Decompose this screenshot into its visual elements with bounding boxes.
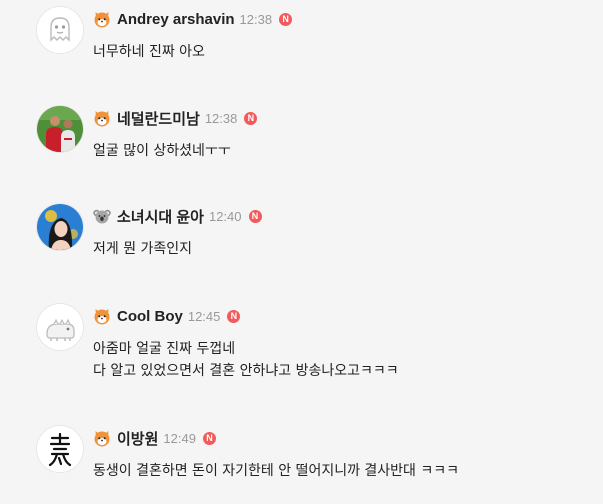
comment-header: 소녀시대 윤아 12:40 N [93,204,262,228]
comment-line: 다 알고 있었으면서 결혼 안하냐고 방송나오고ㅋㅋㅋ [93,363,399,379]
new-badge: N [227,309,241,323]
avatar[interactable] [37,426,83,472]
shiba-dog-icon [93,10,111,28]
calligraphy-character-icon [37,426,83,472]
comment-header: 이방원 12:49 N [93,426,216,450]
girl-portrait-photo [37,204,83,250]
comment-time: 12:38 [239,11,273,27]
nickname-link[interactable]: Andrey arshavin [117,11,235,28]
comment-text: 동생이 결혼하면 돈이 자기한테 안 떨어지니까 결사반대 ㅋㅋㅋ [93,460,459,482]
comment-text: 아줌마 얼굴 진짜 두껍네 다 알고 있었으면서 결혼 안하냐고 방송나오고ㅋㅋ… [93,338,399,382]
nickname-link[interactable]: 소녀시대 윤아 [117,206,204,227]
new-badge: N [248,209,262,223]
comment-line: 저게 뭔 가족인지 [93,241,193,257]
shiba-dog-icon [93,109,111,127]
shiba-dog-icon [93,429,111,447]
ghost-character-icon [37,7,83,53]
comment-text: 저게 뭔 가족인지 [93,238,192,260]
nickname-link[interactable]: 네덜란드미남 [117,108,200,129]
avatar[interactable] [37,204,83,250]
nickname-link[interactable]: 이방원 [117,428,158,449]
new-badge: N [244,111,258,125]
dinosaur-character-icon [37,304,83,350]
comment-time: 12:38 [204,110,238,126]
comment-time: 12:40 [208,208,242,224]
koala-icon [93,207,111,225]
avatar[interactable] [37,304,83,350]
new-badge: N [279,12,293,26]
soccer-players-photo [37,106,83,152]
nickname-link[interactable]: Cool Boy [117,308,183,325]
shiba-dog-icon [93,307,111,325]
comment-header: Andrey arshavin 12:38 N [93,7,293,31]
avatar[interactable] [37,106,83,152]
comment-line: 동생이 결혼하면 돈이 자기한테 안 떨어지니까 결사반대 ㅋㅋㅋ [93,463,460,479]
comment-line: 아줌마 얼굴 진짜 두껍네 [93,341,236,357]
comment-line: 얼굴 많이 상하셨네ㅜㅜ [93,143,231,159]
comment-text: 너무하네 진짜 아오 [93,41,205,63]
new-badge: N [202,431,216,445]
comment-text: 얼굴 많이 상하셨네ㅜㅜ [93,140,231,162]
avatar[interactable] [37,7,83,53]
comment-header: 네덜란드미남 12:38 N [93,106,258,130]
comment-header: Cool Boy 12:45 N [93,304,241,328]
comment-time: 12:45 [187,308,221,324]
comment-time: 12:49 [163,430,196,446]
comment-line: 너무하네 진짜 아오 [93,44,205,60]
